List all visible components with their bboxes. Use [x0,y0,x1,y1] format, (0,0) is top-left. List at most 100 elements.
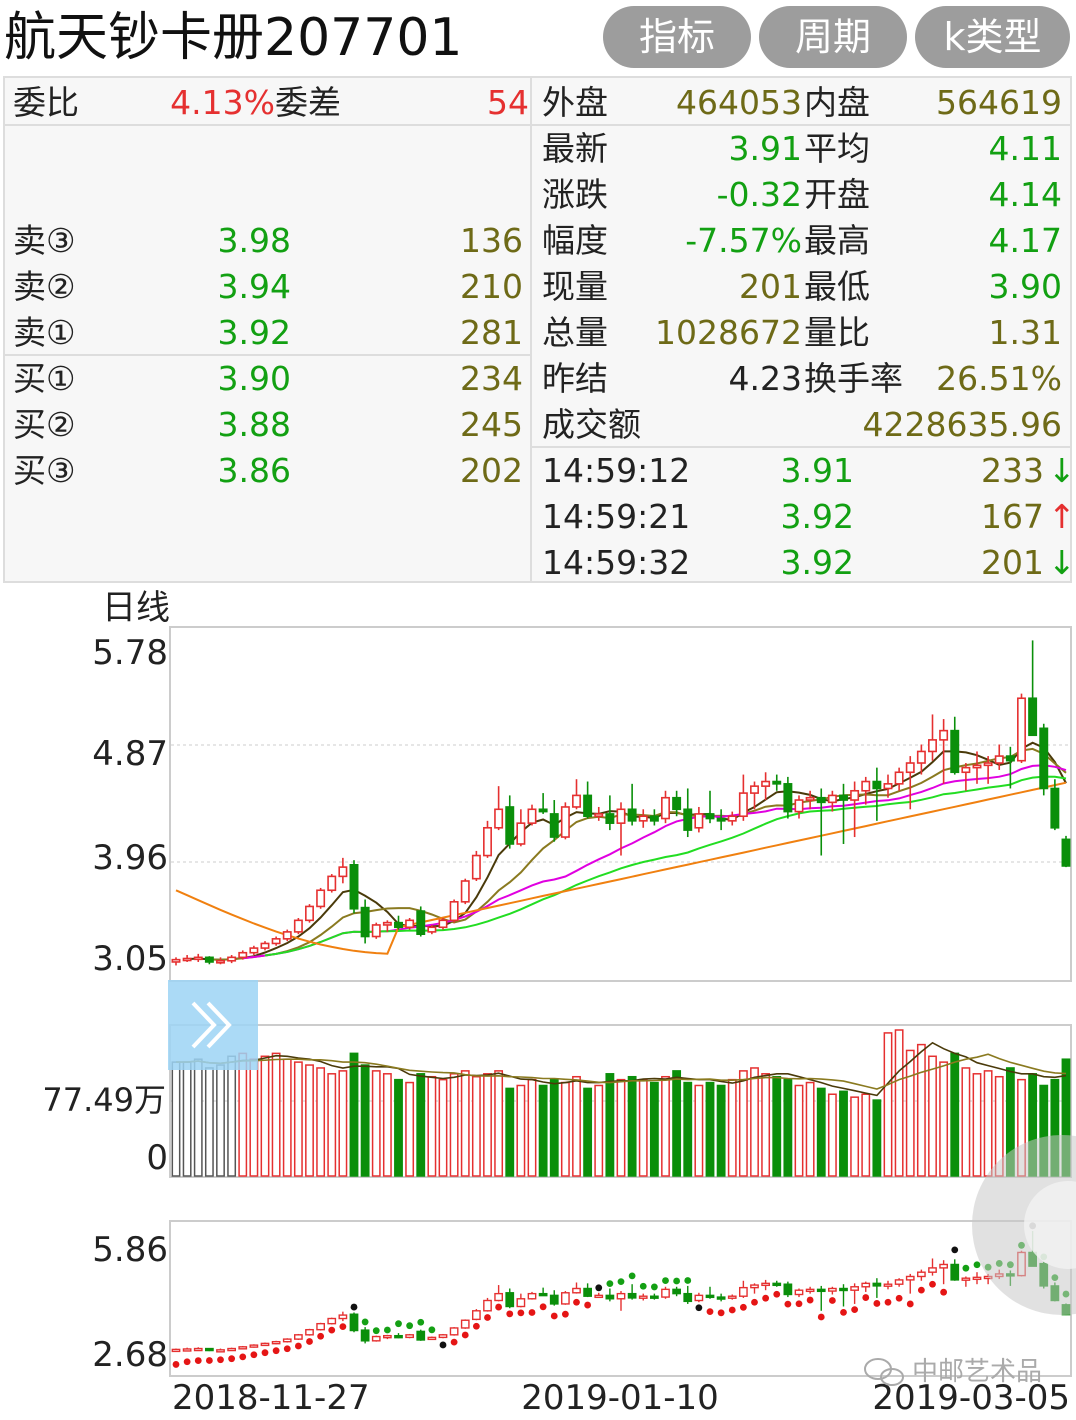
candle-body [1050,787,1060,829]
candle-body [516,822,526,845]
sar-dot [194,1357,202,1364]
candle-body [1005,755,1015,762]
candle-body [638,815,648,822]
candle-body [1028,697,1038,737]
quote-label: 幅度 [542,221,608,260]
candle-body [616,808,626,824]
sar-candle-body [939,1263,948,1269]
sar-candle-body [538,1292,548,1297]
candle-body [527,808,537,824]
y-tick-label: 0 [146,1138,168,1178]
sar-dot [372,1327,380,1335]
sar-dot [172,1361,180,1368]
stock-title: 航天钞卡册207701 [4,8,463,68]
volume-bar [271,1052,281,1177]
sar-candle-body [783,1283,793,1296]
tick-volume: 167 [981,497,1044,536]
amount-row: 成交额 4228635.96 [542,402,1064,448]
candle-body [761,780,771,787]
sar-dot [205,1357,213,1364]
sar-candle-body [627,1292,637,1299]
quote-value: 3.91 [728,129,802,168]
sar-candle-body [327,1317,337,1325]
sar-candle-body [750,1284,759,1289]
ask-row: 卖② 3.94 210 [13,264,529,310]
candle-body [505,806,515,845]
period-button[interactable]: 周期 [759,6,907,68]
quote-label: 平均 [804,129,870,168]
candle-body [171,958,181,963]
candle-body [249,947,259,954]
weibi-row: 委比 4.13% 委差 54 [13,80,529,126]
sar-dot [940,1288,948,1296]
sar-dot [495,1303,503,1311]
candle-body [260,942,270,949]
weicha-label: 委差 [275,83,341,122]
volume-bar [527,1078,537,1177]
volume-bar [694,1084,704,1177]
volume-bar [827,1093,837,1177]
volume-bar [394,1078,403,1177]
volume-bar [316,1067,326,1177]
quote-row: 现量 201 最低 3.90 [542,264,1064,310]
sar-dot [739,1303,747,1311]
candle-body [282,931,292,940]
volume-bar [182,1061,192,1177]
sar-candle-body [227,1347,236,1352]
ask-label: 卖① [13,313,76,352]
sar-candle-body [338,1314,348,1320]
volume-bar [839,1090,848,1177]
sar-candle-body [282,1338,292,1343]
sar-dot [862,1294,870,1301]
tick-volume: 201 [981,543,1044,582]
tick-price: 3.91 [780,451,854,490]
sar-candle-body [716,1296,726,1300]
x-tick-label: 2018-11-27 [172,1378,370,1416]
candle-body [427,926,437,933]
sar-dot [895,1294,903,1302]
volume-bar [449,1073,459,1177]
weicha-value: 54 [487,83,529,122]
volume-bar [683,1081,693,1177]
sar-candle-body [193,1347,203,1352]
quote-row: 总量 1028672 量比 1.31 [542,310,1064,356]
volume-bar [416,1073,426,1177]
volume-bar [850,1096,860,1177]
sar-candle-body [605,1294,615,1300]
candle-body [438,919,448,929]
down-arrow-icon: ↓ [1048,543,1076,582]
k-type-button[interactable]: k类型 [915,6,1070,68]
candle-body [538,808,548,813]
candle-body [950,729,960,774]
quote-value: -7.57% [685,221,802,260]
quote-label: 最新 [542,129,608,168]
candle-body [227,956,237,962]
sar-candle-body [583,1287,592,1297]
candle-body [605,813,615,824]
sar-candle-body [594,1294,604,1299]
sar-dot [261,1349,269,1357]
volume-bar [227,1055,237,1177]
indicator-button[interactable]: 指标 [603,6,751,68]
sar-candle-body [917,1271,926,1278]
candle-body [349,864,359,910]
amount-label: 成交额 [542,405,641,444]
sar-dot [951,1246,959,1254]
candle-body [471,854,481,880]
volume-bar [750,1067,759,1177]
sar-dot [561,1310,569,1318]
volume-bar [605,1073,615,1177]
candle-body [382,921,392,926]
candle-body [905,762,915,774]
candle-body [872,780,882,790]
kline-chart-svg[interactable]: 日线 5.78 4.87 3.96 3.05 77.49万 0 5.86 2.6… [0,585,1076,1418]
quote-row: 最新 3.91 平均 4.11 [542,126,1064,172]
sar-candle-body [383,1334,392,1339]
candle-body [1017,697,1026,762]
bid-row: 买① 3.90 234 [13,356,529,402]
sar-dot [673,1277,681,1285]
sar-candle-body [271,1340,281,1345]
candle-body [916,750,926,764]
order-book-panel: 委比 4.13% 委差 54 卖③ 3.98 136 卖② 3.94 210 卖… [3,76,532,583]
watermark-text: 中邮艺术品 [912,1357,1042,1387]
